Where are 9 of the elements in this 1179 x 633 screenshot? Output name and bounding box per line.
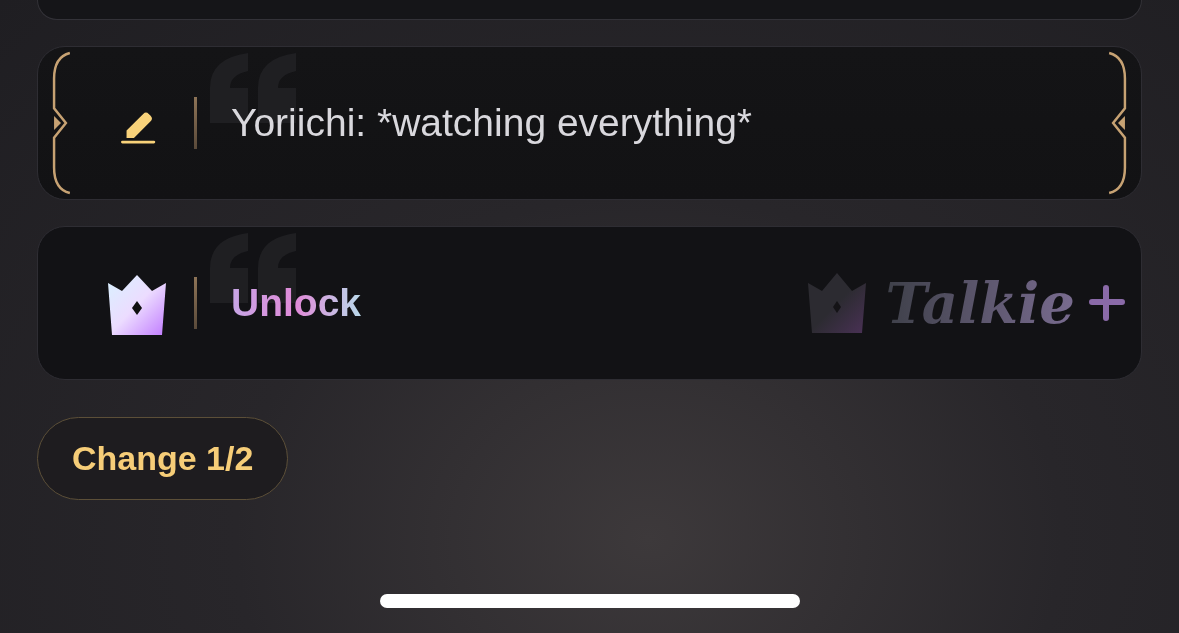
option-card[interactable]: Unlock Talkie [37,226,1142,380]
plus-icon [1089,285,1125,321]
crown-icon [108,275,166,335]
home-indicator[interactable] [380,594,800,608]
option-card[interactable] [37,0,1142,20]
crown-icon [807,273,868,333]
option-card[interactable]: Yoriichi: *watching everything* [37,46,1142,200]
option-text: Yoriichi: *watching everything* [231,101,752,145]
change-button[interactable]: Change 1/2 [37,417,289,500]
